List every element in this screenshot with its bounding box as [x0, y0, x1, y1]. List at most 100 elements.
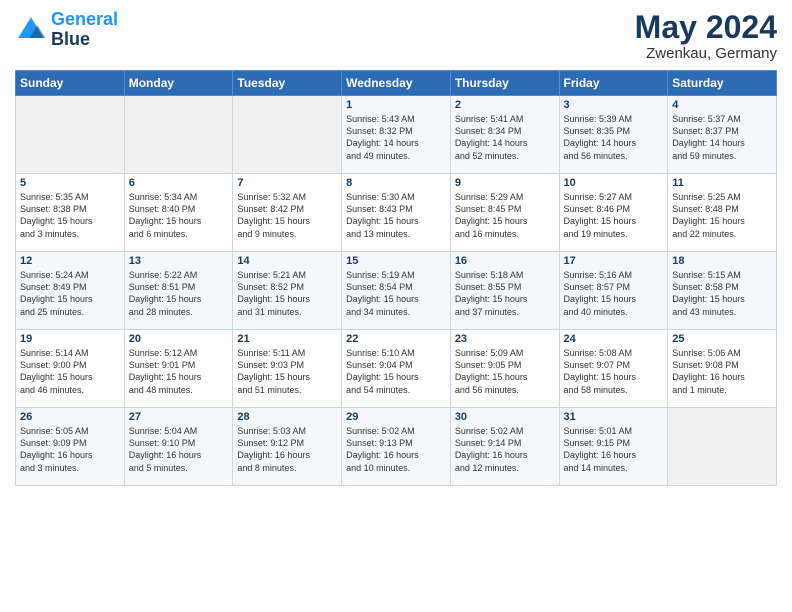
header-saturday: Saturday — [668, 71, 777, 96]
day-number: 3 — [564, 99, 664, 111]
cell-w4-d1: 19Sunrise: 5:14 AM Sunset: 9:00 PM Dayli… — [16, 330, 125, 408]
header-tuesday: Tuesday — [233, 71, 342, 96]
cell-w2-d3: 7 Sunrise: 5:32 AM Sunset: 8:42 PM Daylig… — [233, 174, 342, 252]
logo: GeneralBlue — [15, 10, 118, 50]
cell-w5-d7 — [668, 408, 777, 486]
day-info: Sunrise: 5:25 AM Sunset: 8:48 PM Dayligh… — [672, 191, 772, 240]
cell-w4-d7: 25 Sunrise: 5:06 AM Sunset: 9:08 PM Dayli… — [668, 330, 777, 408]
header-wednesday: Wednesday — [342, 71, 451, 96]
day-info: Sunrise: 5:37 AM Sunset: 8:37 PM Dayligh… — [672, 113, 772, 162]
day-number: 4 — [672, 99, 772, 111]
day-info: Sunrise: 5:34 AM Sunset: 8:40 PM Dayligh… — [129, 191, 229, 240]
cell-w4-d2: 20Sunrise: 5:12 AM Sunset: 9:01 PM Dayli… — [124, 330, 233, 408]
title-block: May 2024 Zwenkau, Germany — [635, 10, 777, 62]
day-number: 18 — [672, 255, 772, 267]
cell-w3-d5: 16 Sunrise: 5:18 AM Sunset: 8:55 PM Dayli… — [450, 252, 559, 330]
day-number: 25 — [672, 333, 772, 345]
cell-w2-d2: 6 Sunrise: 5:34 AM Sunset: 8:40 PM Daylig… — [124, 174, 233, 252]
header-friday: Friday — [559, 71, 668, 96]
cell-w1-d5: 2Sunrise: 5:41 AM Sunset: 8:34 PM Daylig… — [450, 96, 559, 174]
day-info: Sunrise: 5:02 AM Sunset: 9:13 PM Dayligh… — [346, 425, 446, 474]
day-info: Sunrise: 5:16 AM Sunset: 8:57 PM Dayligh… — [564, 269, 664, 318]
cell-w1-d6: 3Sunrise: 5:39 AM Sunset: 8:35 PM Daylig… — [559, 96, 668, 174]
day-info: Sunrise: 5:02 AM Sunset: 9:14 PM Dayligh… — [455, 425, 555, 474]
cell-w3-d4: 15 Sunrise: 5:19 AM Sunset: 8:54 PM Dayli… — [342, 252, 451, 330]
day-number: 28 — [237, 411, 337, 423]
day-info: Sunrise: 5:22 AM Sunset: 8:51 PM Dayligh… — [129, 269, 229, 318]
cell-w1-d7: 4 Sunrise: 5:37 AM Sunset: 8:37 PM Daylig… — [668, 96, 777, 174]
cell-w5-d6: 31 Sunrise: 5:01 AM Sunset: 9:15 PM Dayli… — [559, 408, 668, 486]
cell-w4-d6: 24 Sunrise: 5:08 AM Sunset: 9:07 PM Dayli… — [559, 330, 668, 408]
day-info: Sunrise: 5:43 AM Sunset: 8:32 PM Dayligh… — [346, 113, 446, 162]
day-number: 12 — [20, 255, 120, 267]
day-number: 19 — [20, 333, 120, 345]
day-number: 5 — [20, 177, 120, 189]
cell-w2-d1: 5 Sunrise: 5:35 AM Sunset: 8:38 PM Daylig… — [16, 174, 125, 252]
header-row: Sunday Monday Tuesday Wednesday Thursday… — [16, 71, 777, 96]
day-number: 16 — [455, 255, 555, 267]
day-number: 21 — [237, 333, 337, 345]
day-info: Sunrise: 5:05 AM Sunset: 9:09 PM Dayligh… — [20, 425, 120, 474]
day-info: Sunrise: 5:32 AM Sunset: 8:42 PM Dayligh… — [237, 191, 337, 240]
day-info: Sunrise: 5:30 AM Sunset: 8:43 PM Dayligh… — [346, 191, 446, 240]
calendar-page: GeneralBlue May 2024 Zwenkau, Germany Su… — [0, 0, 792, 612]
cell-w2-d6: 10Sunrise: 5:27 AM Sunset: 8:46 PM Dayli… — [559, 174, 668, 252]
day-info: Sunrise: 5:01 AM Sunset: 9:15 PM Dayligh… — [564, 425, 664, 474]
day-info: Sunrise: 5:24 AM Sunset: 8:49 PM Dayligh… — [20, 269, 120, 318]
day-number: 10 — [564, 177, 664, 189]
day-info: Sunrise: 5:19 AM Sunset: 8:54 PM Dayligh… — [346, 269, 446, 318]
day-number: 30 — [455, 411, 555, 423]
cell-w3-d3: 14 Sunrise: 5:21 AM Sunset: 8:52 PM Dayli… — [233, 252, 342, 330]
day-info: Sunrise: 5:09 AM Sunset: 9:05 PM Dayligh… — [455, 347, 555, 396]
day-number: 14 — [237, 255, 337, 267]
week-row-4: 19Sunrise: 5:14 AM Sunset: 9:00 PM Dayli… — [16, 330, 777, 408]
cell-w4-d5: 23 Sunrise: 5:09 AM Sunset: 9:05 PM Dayli… — [450, 330, 559, 408]
cell-w4-d4: 22 Sunrise: 5:10 AM Sunset: 9:04 PM Dayli… — [342, 330, 451, 408]
day-info: Sunrise: 5:21 AM Sunset: 8:52 PM Dayligh… — [237, 269, 337, 318]
cell-w5-d1: 26Sunrise: 5:05 AM Sunset: 9:09 PM Dayli… — [16, 408, 125, 486]
calendar-body: 1 Sunrise: 5:43 AM Sunset: 8:32 PM Daylig… — [16, 96, 777, 486]
cell-w3-d6: 17 Sunrise: 5:16 AM Sunset: 8:57 PM Dayli… — [559, 252, 668, 330]
week-row-1: 1 Sunrise: 5:43 AM Sunset: 8:32 PM Daylig… — [16, 96, 777, 174]
cell-w5-d5: 30 Sunrise: 5:02 AM Sunset: 9:14 PM Dayli… — [450, 408, 559, 486]
day-number: 31 — [564, 411, 664, 423]
day-number: 22 — [346, 333, 446, 345]
cell-w1-d2 — [124, 96, 233, 174]
day-number: 11 — [672, 177, 772, 189]
cell-w2-d7: 11 Sunrise: 5:25 AM Sunset: 8:48 PM Dayli… — [668, 174, 777, 252]
day-info: Sunrise: 5:10 AM Sunset: 9:04 PM Dayligh… — [346, 347, 446, 396]
cell-w2-d5: 9 Sunrise: 5:29 AM Sunset: 8:45 PM Daylig… — [450, 174, 559, 252]
day-number: 17 — [564, 255, 664, 267]
day-number: 29 — [346, 411, 446, 423]
cell-w2-d4: 8Sunrise: 5:30 AM Sunset: 8:43 PM Daylig… — [342, 174, 451, 252]
cell-w5-d3: 28Sunrise: 5:03 AM Sunset: 9:12 PM Dayli… — [233, 408, 342, 486]
cell-w3-d1: 12 Sunrise: 5:24 AM Sunset: 8:49 PM Dayli… — [16, 252, 125, 330]
day-number: 6 — [129, 177, 229, 189]
day-number: 7 — [237, 177, 337, 189]
logo-text: GeneralBlue — [51, 10, 118, 50]
calendar-table: Sunday Monday Tuesday Wednesday Thursday… — [15, 70, 777, 486]
header-monday: Monday — [124, 71, 233, 96]
day-number: 24 — [564, 333, 664, 345]
day-info: Sunrise: 5:18 AM Sunset: 8:55 PM Dayligh… — [455, 269, 555, 318]
week-row-2: 5 Sunrise: 5:35 AM Sunset: 8:38 PM Daylig… — [16, 174, 777, 252]
day-number: 15 — [346, 255, 446, 267]
cell-w3-d2: 13Sunrise: 5:22 AM Sunset: 8:51 PM Dayli… — [124, 252, 233, 330]
day-number: 23 — [455, 333, 555, 345]
day-number: 27 — [129, 411, 229, 423]
header: GeneralBlue May 2024 Zwenkau, Germany — [15, 10, 777, 62]
cell-w5-d4: 29 Sunrise: 5:02 AM Sunset: 9:13 PM Dayli… — [342, 408, 451, 486]
day-info: Sunrise: 5:11 AM Sunset: 9:03 PM Dayligh… — [237, 347, 337, 396]
week-row-3: 12 Sunrise: 5:24 AM Sunset: 8:49 PM Dayli… — [16, 252, 777, 330]
cell-w3-d7: 18 Sunrise: 5:15 AM Sunset: 8:58 PM Dayli… — [668, 252, 777, 330]
day-info: Sunrise: 5:29 AM Sunset: 8:45 PM Dayligh… — [455, 191, 555, 240]
day-number: 1 — [346, 99, 446, 111]
day-info: Sunrise: 5:15 AM Sunset: 8:58 PM Dayligh… — [672, 269, 772, 318]
day-number: 9 — [455, 177, 555, 189]
day-info: Sunrise: 5:08 AM Sunset: 9:07 PM Dayligh… — [564, 347, 664, 396]
calendar-title: May 2024 — [635, 10, 777, 45]
day-info: Sunrise: 5:06 AM Sunset: 9:08 PM Dayligh… — [672, 347, 772, 396]
cell-w1-d3 — [233, 96, 342, 174]
day-info: Sunrise: 5:35 AM Sunset: 8:38 PM Dayligh… — [20, 191, 120, 240]
day-info: Sunrise: 5:41 AM Sunset: 8:34 PM Dayligh… — [455, 113, 555, 162]
